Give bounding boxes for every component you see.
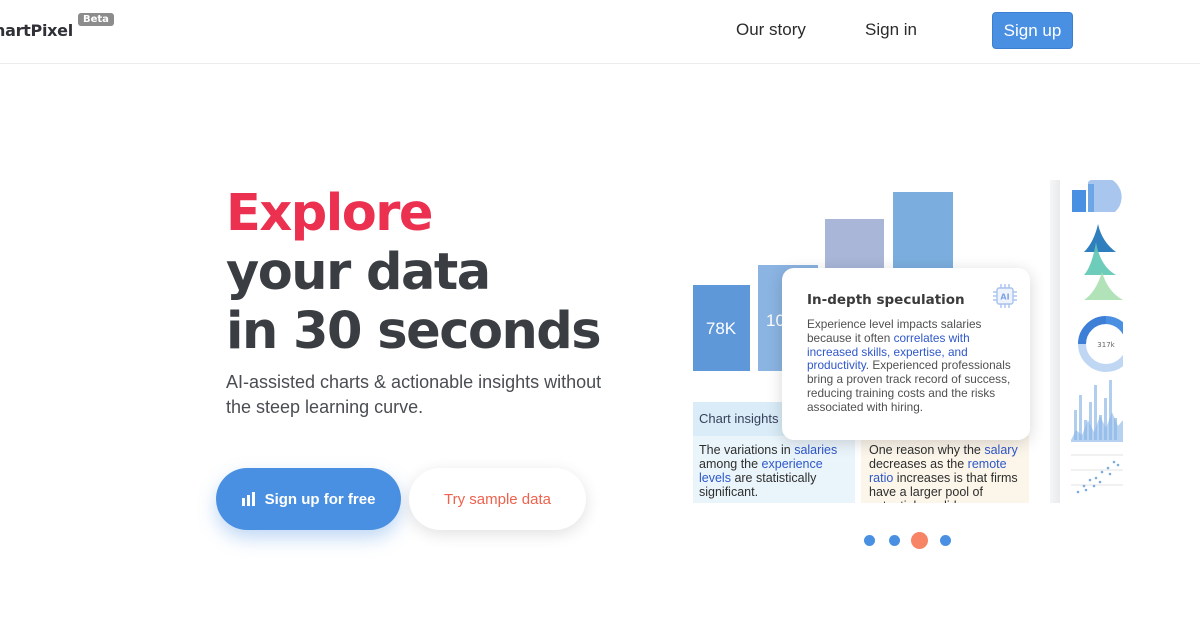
- chart-thumbnails: 317k: [1071, 180, 1123, 494]
- signup-free-button[interactable]: Sign up for free: [216, 468, 401, 530]
- try-sample-data-button[interactable]: Try sample data: [409, 468, 586, 530]
- speculation-card-title: In-depth speculation: [807, 292, 965, 308]
- thumb-histogram: [1071, 380, 1123, 442]
- beta-badge: Beta: [78, 13, 114, 26]
- signup-button[interactable]: Sign up: [992, 12, 1073, 49]
- panel-divider: [1050, 180, 1060, 503]
- headline-accent: Explore: [226, 184, 434, 243]
- insight-item: One reason why the salary decreases as t…: [861, 436, 1029, 503]
- top-navbar: hartPixel Beta Our story Sign in Sign up: [0, 0, 1200, 64]
- svg-text:317k: 317k: [1097, 341, 1115, 349]
- thumb-donut: 317k: [1078, 316, 1123, 372]
- nav-sign-in[interactable]: Sign in: [865, 20, 917, 40]
- carousel-dot-3-active[interactable]: [911, 532, 928, 549]
- carousel-dot-2[interactable]: [889, 535, 900, 546]
- showcase-bar-1: 78K: [693, 285, 750, 371]
- speculation-card-body: Experience level impacts salaries becaus…: [807, 317, 1011, 414]
- ai-chip-icon: AI: [993, 284, 1017, 308]
- headline-line-2: your data: [226, 243, 491, 302]
- product-showcase: 78K 10 Chart insights The variations in …: [693, 180, 1123, 503]
- svg-text:AI: AI: [1000, 293, 1009, 302]
- hero-subtitle: AI-assisted charts & actionable insights…: [226, 372, 602, 417]
- logo[interactable]: hartPixel: [0, 21, 73, 40]
- showcase-bar-1-label: 78K: [705, 319, 737, 338]
- speculation-card: AI In-depth speculation Experience level…: [782, 268, 1030, 440]
- insight-item: The variations in salaries among the exp…: [693, 436, 855, 503]
- hero-headline: Explore your data in 30 seconds: [226, 184, 602, 361]
- thumb-ridgeline: [1084, 224, 1123, 300]
- thumb-scatter: [1071, 454, 1123, 494]
- thumb-bar-chart: [1072, 180, 1122, 212]
- nav-our-story[interactable]: Our story: [736, 20, 806, 40]
- bar-chart-icon: [241, 492, 255, 506]
- carousel-dot-1[interactable]: [864, 535, 875, 546]
- headline-line-3: in 30 seconds: [226, 302, 602, 361]
- carousel-dot-4[interactable]: [940, 535, 951, 546]
- signup-free-label: Sign up for free: [264, 490, 376, 508]
